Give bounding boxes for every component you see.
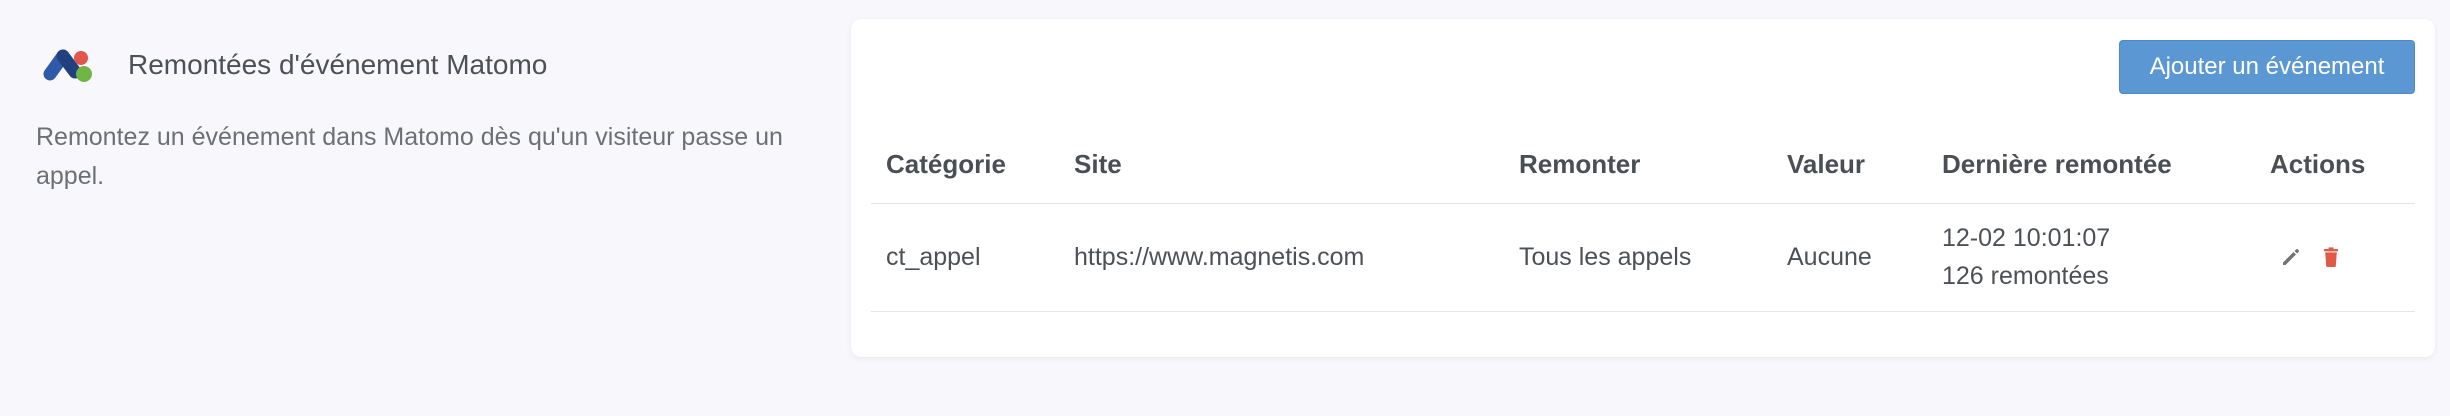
intro-description: Remontez un événement dans Matomo dès qu… — [36, 123, 783, 190]
cell-category: ct_appel — [871, 203, 1059, 312]
trash-icon[interactable] — [2318, 244, 2344, 270]
page: Remontées d'événement Matomo Remontez un… — [0, 0, 2450, 416]
column-header-actions: Actions — [2255, 127, 2415, 204]
cell-site: https://www.magnetis.com — [1059, 203, 1504, 312]
last-report-time: 12-02 10:01:07 — [1942, 224, 2111, 252]
matomo-logo-icon — [36, 34, 98, 96]
column-header-last-report: Dernière remontée — [1927, 127, 2255, 204]
table-row: ct_appel https://www.magnetis.com Tous l… — [871, 203, 2415, 312]
last-report-count: 126 remontées — [1942, 262, 2109, 290]
table-header-row: Catégorie Site Remonter Valeur Dernière … — [871, 127, 2415, 204]
column-header-trigger: Remonter — [1504, 127, 1772, 204]
page-title: Remontées d'événement Matomo — [128, 49, 548, 80]
row-actions — [2270, 244, 2415, 270]
pencil-icon[interactable] — [2278, 244, 2304, 270]
cell-value: Aucune — [1772, 203, 1927, 312]
cell-last-report: 12-02 10:01:07 126 remontées — [1927, 203, 2255, 312]
cell-actions — [2255, 203, 2415, 312]
events-card: Ajouter un événement Catégorie Site Remo… — [851, 19, 2435, 357]
column-header-site: Site — [1059, 127, 1504, 204]
cell-trigger: Tous les appels — [1504, 203, 1772, 312]
add-event-button[interactable]: Ajouter un événement — [2119, 40, 2415, 94]
column-header-category: Catégorie — [871, 127, 1059, 204]
events-table: Catégorie Site Remonter Valeur Dernière … — [871, 127, 2415, 312]
column-header-value: Valeur — [1772, 127, 1927, 204]
intro-header: Remontées d'événement Matomo — [36, 34, 816, 96]
intro-section: Remontées d'événement Matomo Remontez un… — [36, 34, 816, 196]
